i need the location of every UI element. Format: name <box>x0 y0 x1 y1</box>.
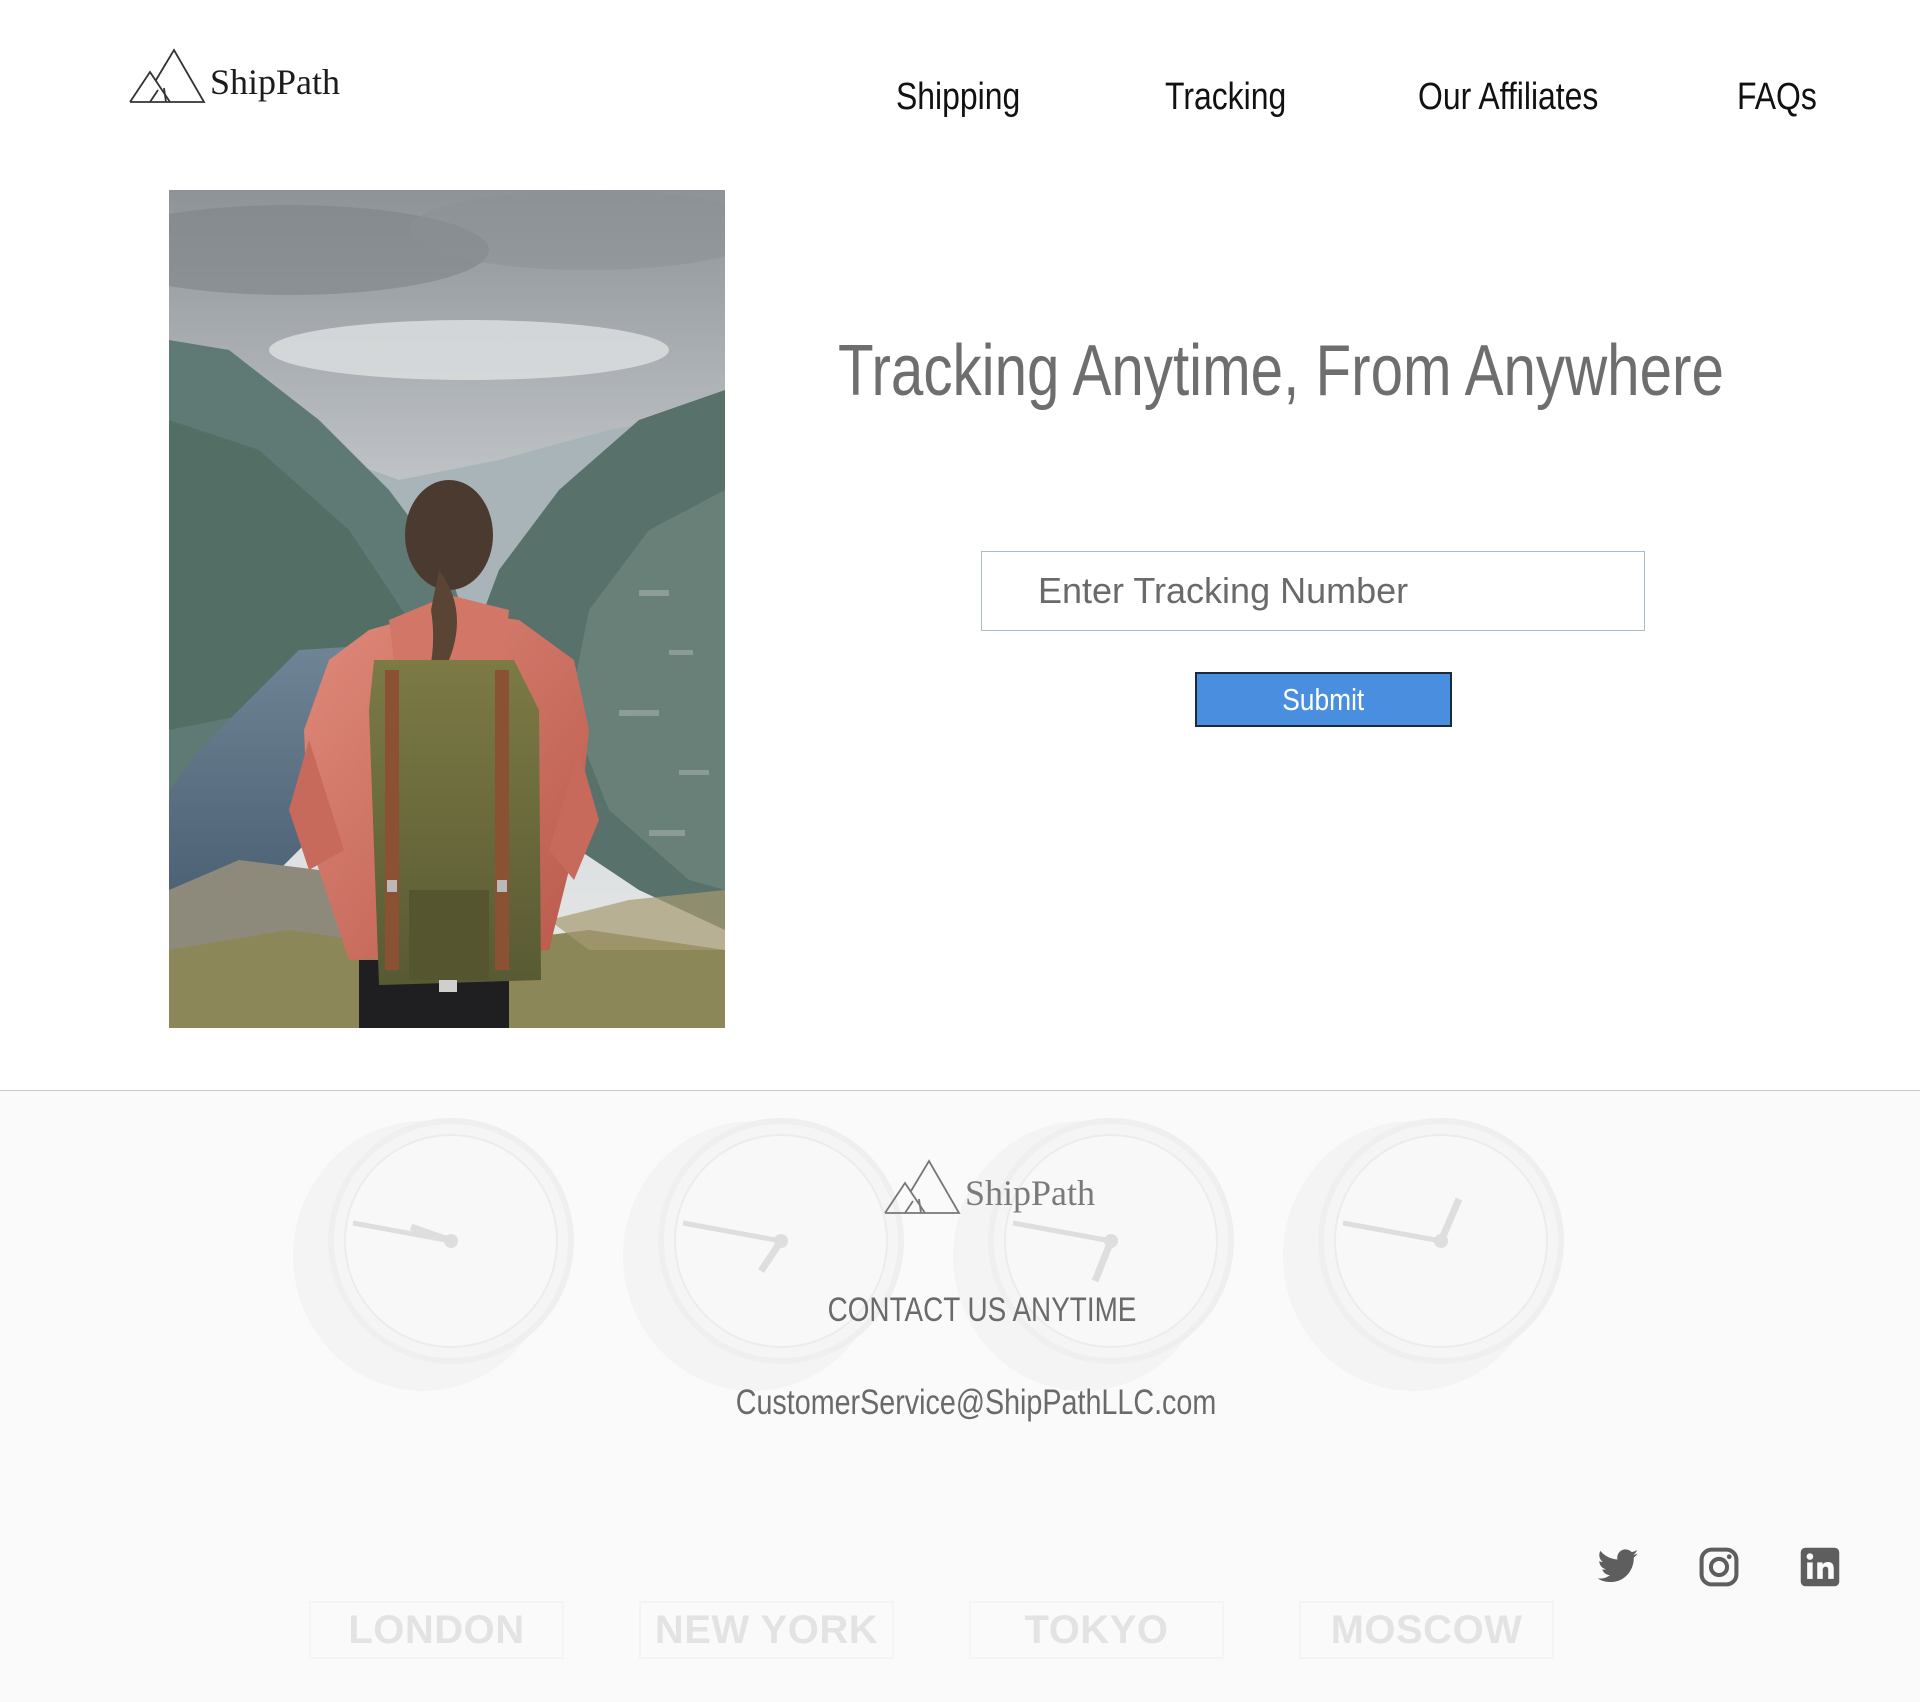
header-logo[interactable]: ShipPath <box>128 46 340 104</box>
footer: LONDON NEW YORK TOKYO MOSCOW ShipPath CO… <box>0 1090 1920 1702</box>
clock-icon <box>623 1118 904 1391</box>
hero-title: Tracking Anytime, From Anywhere <box>838 331 1724 411</box>
linkedin-icon[interactable] <box>1798 1545 1842 1589</box>
contact-email-link[interactable]: CustomerService@ShipPathLLC.com <box>176 1383 1777 1423</box>
mountain-logo-icon <box>129 48 206 103</box>
twitter-icon[interactable] <box>1596 1545 1640 1589</box>
mountain-logo-icon <box>884 1159 961 1214</box>
tracking-number-input[interactable] <box>981 551 1645 631</box>
clock-icon <box>953 1118 1234 1391</box>
submit-button-label: Submit <box>1282 681 1365 717</box>
submit-button[interactable]: Submit <box>1195 672 1452 727</box>
nav-tracking[interactable]: Tracking <box>1165 76 1286 119</box>
clock-city-label: TOKYO <box>969 1601 1224 1659</box>
clock-city-label: LONDON <box>309 1601 564 1659</box>
clock-city-label: MOSCOW <box>1299 1601 1554 1659</box>
clock-icon <box>293 1118 574 1391</box>
clock-icon <box>1283 1118 1564 1391</box>
instagram-icon[interactable] <box>1697 1545 1741 1589</box>
hero-photo <box>169 190 725 1028</box>
nav-shipping[interactable]: Shipping <box>896 76 1020 119</box>
footer-logo[interactable]: ShipPath <box>883 1157 1095 1215</box>
brand-name: ShipPath <box>965 1173 1096 1213</box>
contact-heading: CONTACT US ANYTIME <box>827 1291 1137 1329</box>
brand-name: ShipPath <box>210 62 341 102</box>
clock-city-label: NEW YORK <box>639 1601 894 1659</box>
page: ShipPath Shipping Tracking Our Affiliate… <box>0 0 1920 1702</box>
nav-our-affiliates[interactable]: Our Affiliates <box>1418 76 1598 119</box>
nav-faqs[interactable]: FAQs <box>1737 76 1817 119</box>
